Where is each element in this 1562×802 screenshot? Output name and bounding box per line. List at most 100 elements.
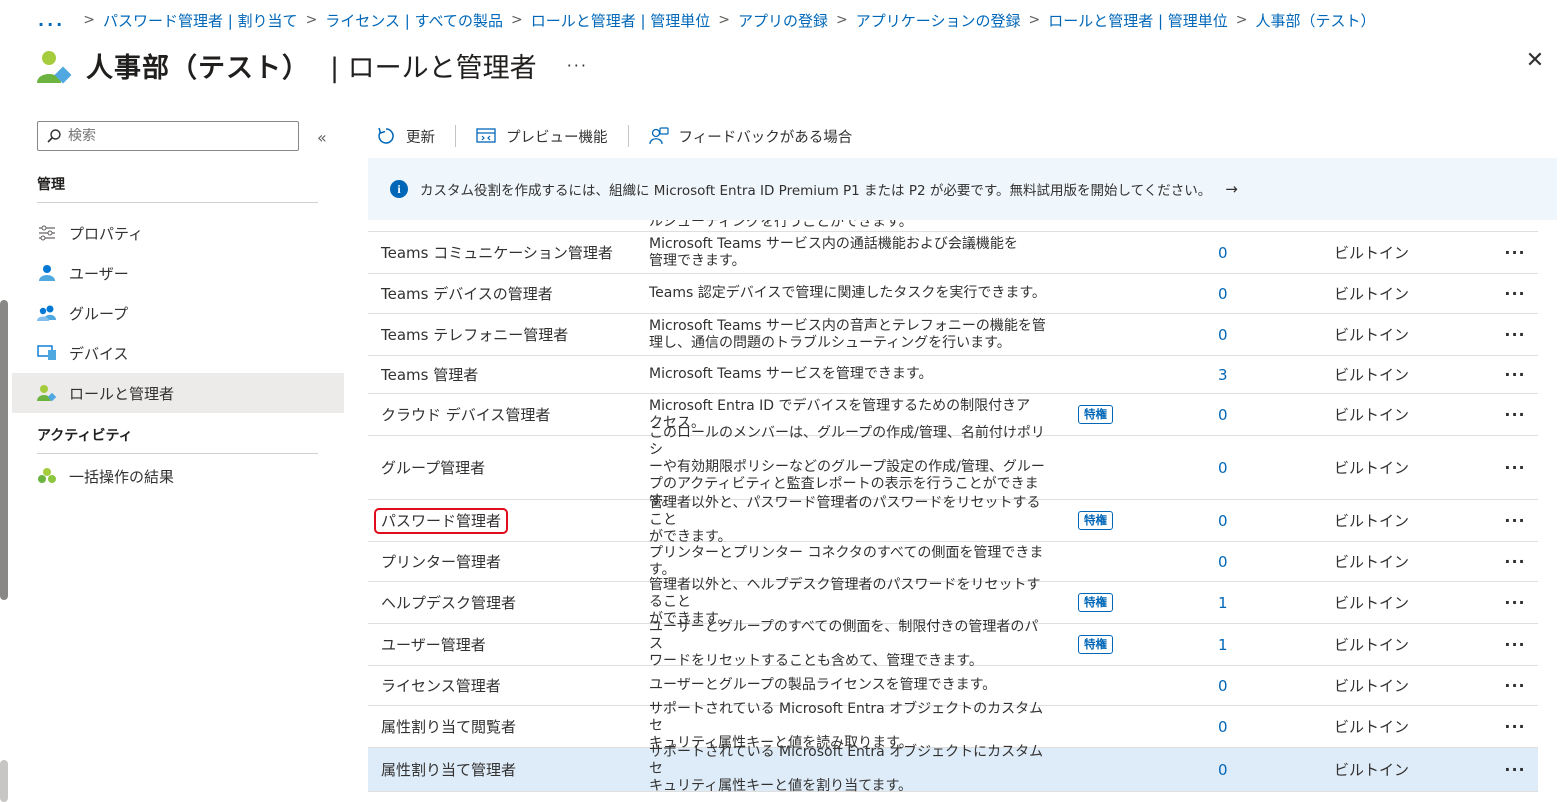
assignment-count-link[interactable]: 0 — [1212, 244, 1332, 262]
table-row[interactable]: ライセンス管理者 ユーザーとグループの製品ライセンスを管理できます。 0 ビルトイン ·… — [368, 666, 1538, 706]
breadcrumb-link[interactable]: ロールと管理者 | 管理単位 — [1048, 10, 1228, 31]
breadcrumb-link[interactable]: ロールと管理者 | 管理単位 — [531, 10, 711, 31]
sidebar-search[interactable] — [37, 121, 299, 151]
assignment-count-link[interactable]: 0 — [1212, 761, 1332, 779]
table-row[interactable]: パスワード管理者 管理者以外と、パスワード管理者のパスワードをリセットすること がで… — [368, 495, 1538, 545]
role-name-cell: 属性割り当て閲覧者 — [368, 716, 638, 737]
row-more-button[interactable]: ··· — [1492, 365, 1538, 384]
sidebar-scrollbar[interactable] — [0, 300, 8, 600]
assignment-count-link[interactable]: 0 — [1212, 285, 1332, 303]
table-row[interactable]: Teams 管理者 Microsoft Teams サービスを管理できます。 3 ビル… — [368, 356, 1538, 394]
privileged-badge: 特権 — [1078, 511, 1113, 530]
privilege-cell: 特権 — [1048, 635, 1212, 654]
role-type: ビルトイン — [1334, 326, 1410, 344]
feedback-label: フィードバックがある場合 — [678, 129, 853, 146]
role-name[interactable]: Teams 管理者 — [381, 366, 478, 384]
table-row[interactable]: ユーザー管理者 ユーザーとグループのすべての側面を、制限付きの管理者のパス ワードを… — [368, 619, 1538, 669]
role-name[interactable]: グループ管理者 — [381, 459, 485, 477]
role-name[interactable]: 属性割り当て管理者 — [381, 761, 516, 779]
assignment-count-link[interactable]: 1 — [1212, 636, 1332, 654]
table-row[interactable]: 属性割り当て閲覧者 サポートされている Microsoft Entra オブジェク… — [368, 701, 1538, 751]
assignment-count-link[interactable]: 1 — [1212, 594, 1332, 612]
role-name[interactable]: パスワード管理者 — [374, 508, 509, 534]
row-more-button[interactable]: ··· — [1492, 511, 1538, 530]
toolbar-separator — [627, 125, 629, 147]
role-name[interactable]: Teams コミュニケーション管理者 — [381, 244, 613, 262]
assignment-count-link[interactable]: 3 — [1212, 366, 1332, 384]
breadcrumb-link[interactable]: アプリケーションの登録 — [856, 10, 1021, 31]
assignment-count-link[interactable]: 0 — [1212, 459, 1332, 477]
row-more-button[interactable]: ··· — [1492, 676, 1538, 695]
row-more-button[interactable]: ··· — [1492, 552, 1538, 571]
sidebar-item-users[interactable]: ユーザー — [12, 253, 344, 293]
assignment-count-link[interactable]: 0 — [1212, 553, 1332, 571]
breadcrumb-link[interactable]: ライセンス | すべての製品 — [325, 10, 503, 31]
role-name-cell: Teams デバイスの管理者 — [368, 283, 638, 304]
preview-features-button[interactable]: プレビュー機能 — [476, 126, 608, 147]
info-banner[interactable]: i カスタム役割を作成するには、組織に Microsoft Entra ID P… — [368, 158, 1557, 220]
feedback-button[interactable]: フィードバックがある場合 — [648, 126, 853, 147]
sidebar-item-bulk-operations[interactable]: 一括操作の結果 — [12, 456, 344, 496]
row-more-button[interactable]: ··· — [1492, 635, 1538, 654]
role-name[interactable]: Teams デバイスの管理者 — [381, 285, 553, 303]
role-name[interactable]: 属性割り当て閲覧者 — [381, 718, 516, 736]
role-name[interactable]: Teams テレフォニー管理者 — [381, 326, 568, 344]
privileged-badge: 特権 — [1078, 593, 1113, 612]
row-more-button[interactable]: ··· — [1492, 284, 1538, 303]
description-line: プリンターとプリンター コネクタのすべての側面を管理できます。 — [649, 544, 1044, 578]
breadcrumb-separator: > — [1235, 12, 1248, 28]
assignment-count-link[interactable]: 0 — [1212, 406, 1332, 424]
collapse-sidebar-icon[interactable]: « — [317, 128, 327, 147]
table-row[interactable]: Teams コミュニケーション管理者 Microsoft Teams サービス内の… — [368, 232, 1538, 274]
table-row[interactable]: ヘルプデスク管理者 管理者以外と、ヘルプデスク管理者のパスワードをリセットすること… — [368, 577, 1538, 627]
sidebar-item-roles[interactable]: ロールと管理者 — [12, 373, 344, 413]
sidebar-item-properties[interactable]: プロパティ — [12, 213, 344, 253]
table-row[interactable]: グループ管理者 このロールのメンバーは、グループの作成/管理、名前付けポリシ ーや有… — [368, 425, 1538, 509]
row-more-button[interactable]: ··· — [1492, 717, 1538, 736]
row-more-button[interactable]: ··· — [1492, 405, 1538, 424]
role-name[interactable]: プリンター管理者 — [381, 553, 501, 571]
table-row[interactable]: Teams デバイスの管理者 Teams 認定デバイスで管理に関連したタスクを実行… — [368, 274, 1538, 314]
row-more-button[interactable]: ··· — [1492, 243, 1538, 262]
breadcrumb-more-button[interactable]: ... — [38, 11, 65, 30]
row-more-button[interactable]: ··· — [1492, 593, 1538, 612]
close-icon[interactable]: ✕ — [1524, 50, 1546, 72]
assignment-count-link[interactable]: 0 — [1212, 677, 1332, 695]
table-row[interactable]: 属性割り当て管理者 サポートされている Microsoft Entra オブジェク… — [368, 744, 1538, 794]
section-activity: アクティビティ — [37, 428, 133, 444]
breadcrumb-link[interactable]: パスワード管理者 | 割り当て — [103, 10, 298, 31]
header-more-button[interactable]: ··· — [567, 56, 588, 75]
table-row[interactable]: Teams テレフォニー管理者 Microsoft Teams サービス内の音声と… — [368, 314, 1538, 356]
sidebar-scrollbar-lower[interactable] — [0, 760, 8, 802]
assignment-count-link[interactable]: 0 — [1212, 718, 1332, 736]
role-name[interactable]: クラウド デバイス管理者 — [381, 406, 550, 424]
role-description: プリンターとプリンター コネクタのすべての側面を管理できます。 — [638, 545, 1048, 579]
role-name[interactable]: ライセンス管理者 — [381, 677, 501, 695]
sidebar-item-groups[interactable]: グループ — [12, 293, 344, 333]
search-input[interactable] — [68, 128, 268, 144]
page-subtitle: | ロールと管理者 — [330, 52, 537, 84]
breadcrumb-link[interactable]: 人事部（テスト） — [1256, 10, 1376, 31]
description-line: サポートされている Microsoft Entra オブジェクトのカスタム セ — [649, 701, 1044, 734]
sidebar-item-devices[interactable]: デバイス — [12, 333, 344, 373]
role-description: サポートされている Microsoft Entra オブジェクトにカスタム セキ… — [638, 744, 1048, 795]
role-description: Teams 認定デバイスで管理に関連したタスクを実行できます。 — [638, 285, 1048, 302]
refresh-button[interactable]: 更新 — [376, 126, 435, 147]
role-name[interactable]: ユーザー管理者 — [381, 636, 486, 654]
row-more-button[interactable]: ··· — [1492, 325, 1538, 344]
info-icon: i — [390, 180, 408, 198]
group-icon — [37, 303, 57, 323]
table-row[interactable]: プリンター管理者 プリンターとプリンター コネクタのすべての側面を管理できます。 0… — [368, 542, 1538, 582]
privileged-badge: 特権 — [1078, 405, 1113, 424]
role-name-cell: Teams コミュニケーション管理者 — [368, 242, 638, 263]
assignment-count-link[interactable]: 0 — [1212, 326, 1332, 344]
assignment-count-link[interactable]: 0 — [1212, 512, 1332, 530]
row-more-button[interactable]: ··· — [1492, 458, 1538, 477]
description-line: Microsoft Teams サービスを管理できます。 — [649, 366, 933, 382]
row-more-button[interactable]: ··· — [1492, 760, 1538, 779]
properties-icon — [37, 223, 57, 243]
role-name-cell: ヘルプデスク管理者 — [368, 592, 638, 613]
breadcrumb-link[interactable]: アプリの登録 — [738, 10, 828, 31]
role-type: ビルトイン — [1334, 285, 1410, 303]
role-name[interactable]: ヘルプデスク管理者 — [381, 594, 516, 612]
